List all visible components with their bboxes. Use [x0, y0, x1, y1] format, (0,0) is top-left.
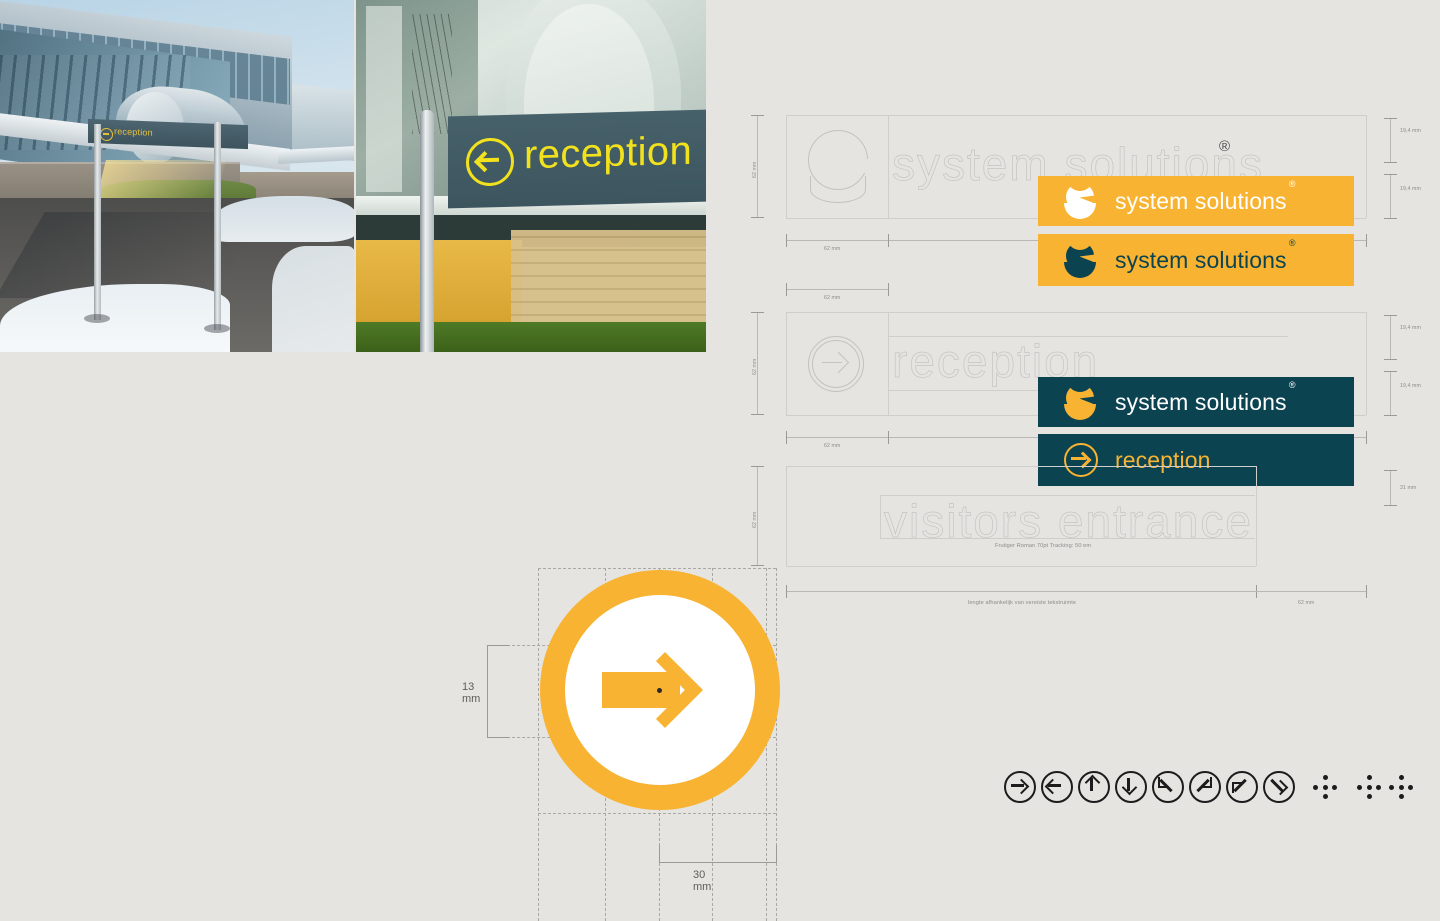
wordmark: system solutions ®: [1115, 380, 1296, 416]
ss-logo-mark: [1064, 379, 1098, 420]
arrow-right-icon: [822, 352, 846, 376]
dim-height-small: 31 mm: [1400, 485, 1417, 491]
arrow-right-icon[interactable]: [1004, 771, 1036, 803]
ss-logo-mark: [1064, 178, 1098, 219]
dim-cap-height: 19,4 mm: [1400, 383, 1421, 389]
dim-cap-height: 19,4 mm: [1400, 325, 1421, 331]
dim-cap-height: 19,4 mm: [1400, 186, 1421, 192]
dim-height: 62 mm: [752, 511, 758, 528]
type-specification: Frutiger Roman 70pt Tracking: 50 em: [995, 543, 1092, 549]
pole-base: [84, 314, 110, 323]
logo-bar-amber-white-mark: system solutions ®: [1038, 176, 1354, 226]
sign-pole: [420, 110, 434, 352]
photo-building-exterior: reception: [0, 0, 354, 352]
grass-strip: [356, 322, 706, 352]
arrow-right-icon: [1064, 443, 1098, 477]
arrow-left-icon[interactable]: [1041, 771, 1073, 803]
arrow-left-icon: [100, 127, 113, 142]
dim-cap-height: 19,4 mm: [1400, 128, 1421, 134]
wordmark-text: system solutions: [1115, 388, 1287, 415]
dot-cluster-icon[interactable]: [1312, 774, 1338, 800]
snow-patch: [214, 196, 354, 242]
arrow-down-right-icon[interactable]: [1263, 771, 1295, 803]
pole-base: [204, 324, 230, 333]
ss-logo-mark: [1064, 237, 1098, 278]
dot-cluster-icon[interactable]: [1388, 774, 1414, 800]
registered-mark: ®: [1288, 379, 1296, 390]
sign-pole: [94, 124, 101, 320]
signage-bar-reception: reception: [1038, 434, 1354, 486]
dim-width: 62 mm: [824, 246, 841, 252]
photo-reception-sign-closeup: reception: [356, 0, 706, 352]
sign-pole: [214, 122, 221, 330]
window-pane: [366, 6, 402, 192]
sign-label: reception: [114, 126, 153, 138]
dim-height: 62 mm: [752, 358, 758, 375]
dim-width: 62 mm: [824, 443, 841, 449]
arrow-up-left-icon[interactable]: [1152, 771, 1184, 803]
length-note: lengte afhankelijk van vereiste tekstrui…: [968, 600, 1077, 606]
dim-13mm: 13 mm: [462, 681, 481, 705]
logo-bar-teal: system solutions ®: [1038, 377, 1354, 427]
arrow-down-left-icon[interactable]: [1226, 771, 1258, 803]
wordmark: system solutions ®: [1115, 179, 1296, 215]
dim-30mm: 30 mm: [693, 869, 712, 893]
registered-mark: ®: [1288, 237, 1296, 248]
arrow-up-right-icon[interactable]: [1189, 771, 1221, 803]
wordmark-text: system solutions: [1115, 187, 1287, 214]
dot-cluster-icon[interactable]: [1356, 774, 1382, 800]
arrow-shaft: [602, 672, 680, 708]
dim-width-end: 62 mm: [1298, 600, 1315, 606]
logo-bar-amber-teal-mark: system solutions ®: [1038, 234, 1354, 286]
pictogram-set: [1004, 771, 1420, 803]
dim-width-mark: 62 mm: [824, 295, 841, 301]
dim-height: 62 mm: [752, 161, 758, 178]
wordmark-text: system solutions: [1115, 246, 1287, 273]
registered-mark: ®: [1288, 178, 1296, 189]
wordmark: system solutions ®: [1115, 238, 1296, 274]
sign-label: reception: [524, 128, 693, 178]
snow-patch: [272, 246, 354, 352]
arrow-down-icon[interactable]: [1115, 771, 1147, 803]
registered-mark: ®: [1219, 138, 1231, 155]
center-registration-dot: [657, 688, 662, 693]
outline-wordmark: visitors entrance: [884, 495, 1253, 548]
arrow-up-icon[interactable]: [1078, 771, 1110, 803]
wordmark: reception: [1115, 447, 1211, 474]
sign-label-text: reception: [1115, 446, 1211, 473]
